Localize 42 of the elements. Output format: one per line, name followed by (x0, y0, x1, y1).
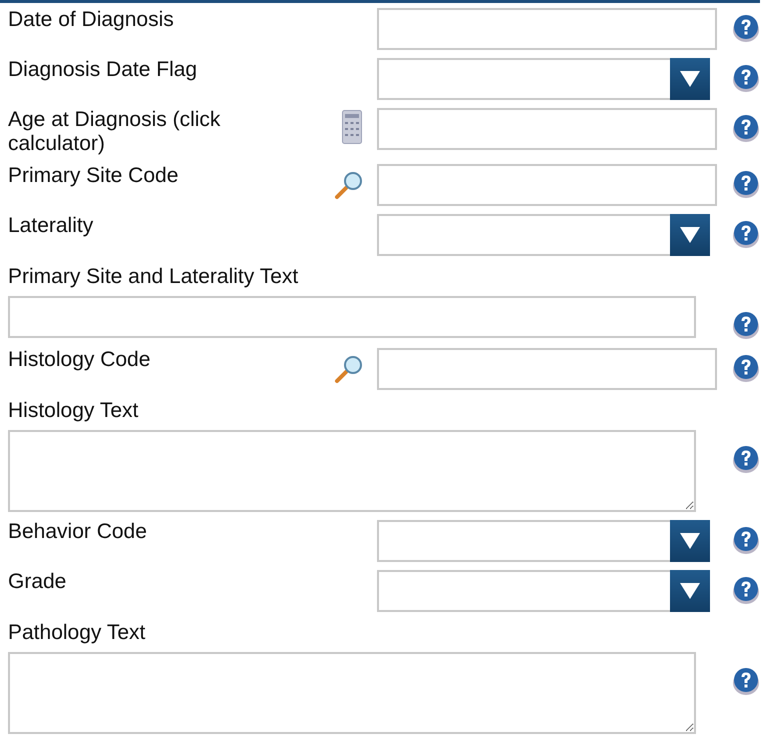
dropdown-button[interactable] (670, 570, 710, 612)
field-label: Grade (8, 570, 68, 594)
field-label: Diagnosis Date Flag (8, 58, 198, 82)
field-label: Primary Site and Laterality Text (8, 264, 300, 290)
help-icon[interactable] (732, 575, 760, 605)
caret-icon (679, 532, 701, 550)
dropdown-field[interactable] (377, 58, 710, 100)
help-icon[interactable] (732, 169, 760, 199)
help-icon[interactable] (732, 525, 760, 555)
search-icon[interactable] (334, 170, 364, 200)
help-icon[interactable] (732, 310, 760, 340)
help-icon[interactable] (732, 444, 760, 474)
help-icon[interactable] (732, 666, 760, 696)
caret-icon (679, 70, 701, 88)
text-field[interactable] (377, 348, 717, 390)
field-label: Behavior Code (8, 520, 148, 544)
text-field[interactable] (377, 108, 717, 150)
field-label: Laterality (8, 214, 94, 238)
field-label: Pathology Text (8, 620, 146, 646)
field-label: Age at Diagnosis (click calculator) (8, 108, 222, 156)
help-icon[interactable] (732, 113, 760, 143)
dropdown-field[interactable] (377, 214, 710, 256)
dropdown-field[interactable] (377, 570, 710, 612)
field-label: Histology Text (8, 398, 140, 424)
text-field[interactable] (377, 164, 717, 206)
caret-icon (679, 226, 701, 244)
search-icon[interactable] (334, 354, 364, 384)
text-field[interactable] (8, 296, 696, 338)
field-label: Primary Site Code (8, 164, 180, 188)
calculator-icon[interactable] (342, 110, 362, 144)
dropdown-field[interactable] (377, 520, 710, 562)
dropdown-button[interactable] (670, 214, 710, 256)
field-label: Date of Diagnosis (8, 8, 175, 32)
help-icon[interactable] (732, 63, 760, 93)
dropdown-button[interactable] (670, 520, 710, 562)
text-field[interactable] (377, 8, 717, 50)
help-icon[interactable] (732, 353, 760, 383)
dropdown-button[interactable] (670, 58, 710, 100)
help-icon[interactable] (732, 219, 760, 249)
help-icon[interactable] (732, 13, 760, 43)
caret-icon (679, 582, 701, 600)
field-label: Histology Code (8, 348, 152, 372)
